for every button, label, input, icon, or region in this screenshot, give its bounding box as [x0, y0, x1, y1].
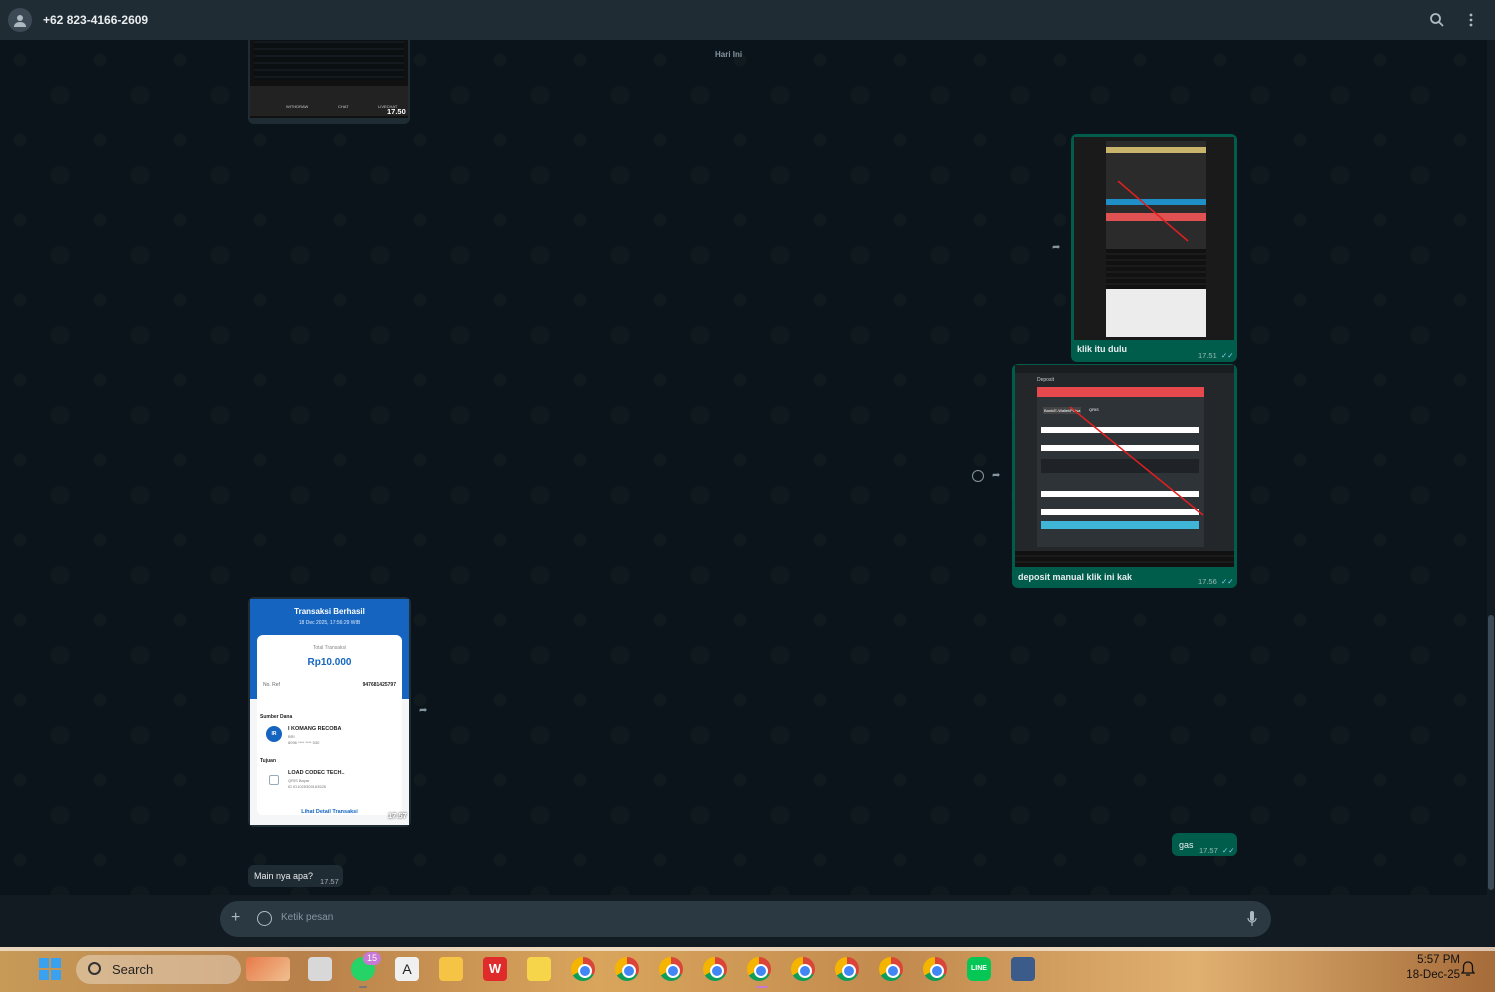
- preview-label: WITHDRAW: [286, 104, 309, 109]
- preview-label: CHAT: [338, 104, 349, 109]
- message-time: 17.57: [1199, 846, 1218, 855]
- receipt-title: Transaksi Berhasil: [294, 607, 365, 616]
- avatar[interactable]: [8, 8, 32, 32]
- message-composer: + Ketik pesan: [220, 901, 1271, 937]
- chat-scrollbar[interactable]: [1487, 40, 1495, 895]
- chrome-profile-icon[interactable]: [923, 957, 947, 981]
- total-label: Total Transaksi: [312, 645, 347, 651]
- taskbar-search[interactable]: Search: [76, 955, 241, 984]
- task-view-icon[interactable]: [308, 957, 332, 981]
- receipt-datetime: 18 Dec 2025, 17:56:29 WIB: [298, 620, 361, 626]
- clock-time: 5:57 PM: [1417, 954, 1460, 966]
- avatar-icon: [14, 15, 26, 27]
- chrome-profile-icon[interactable]: [703, 957, 727, 981]
- total-amount: Rp10.000: [307, 657, 352, 668]
- chrome-profile-icon[interactable]: [615, 957, 639, 981]
- dest-type: QRIS Bayar: [288, 778, 310, 783]
- incoming-image-message[interactable]: WITHDRAW CHAT LIVECHAT 17.50: [248, 40, 410, 124]
- dest-name: LOAD CODEC TECH..: [288, 770, 345, 776]
- file-explorer-icon[interactable]: [439, 957, 463, 981]
- chrome-profile-icon[interactable]: [659, 957, 683, 981]
- plus-icon[interactable]: +: [231, 909, 240, 927]
- scroll-thumb[interactable]: [1488, 615, 1494, 890]
- date-chip: Hari Ini: [715, 50, 743, 59]
- message-text: gas: [1179, 840, 1194, 850]
- status-table-preview: [254, 40, 404, 80]
- receipt-image[interactable]: Transaksi Berhasil 18 Dec 2025, 17:56:29…: [250, 599, 409, 825]
- outgoing-image-message[interactable]: Deposit Bank/E-Wallet/Pulsa QRIS deposit…: [1012, 364, 1237, 588]
- store-icon: [269, 775, 279, 785]
- message-time: 17.50: [387, 107, 406, 116]
- search-icon: [88, 962, 101, 975]
- search-icon[interactable]: [1429, 12, 1445, 28]
- outgoing-text-message[interactable]: gas 17.57 ✓✓: [1172, 833, 1237, 856]
- incoming-text-message[interactable]: Main nya apa? 17.57: [248, 865, 343, 887]
- clock-date: 18-Dec-25: [1406, 969, 1460, 981]
- double-check-icon: ✓✓: [1222, 846, 1235, 855]
- chat-header: +62 823-4166-2609: [0, 0, 1495, 40]
- image-thumbnail[interactable]: [1074, 137, 1234, 340]
- notification-bell-icon[interactable]: [1461, 961, 1475, 977]
- phone-screenshot: [1106, 141, 1206, 337]
- arrow-annotation: [1069, 406, 1204, 516]
- phone-status-table: [1106, 249, 1206, 289]
- line-app-icon[interactable]: LINE: [967, 957, 991, 981]
- chrome-profile-icon[interactable]: [835, 957, 859, 981]
- forward-icon[interactable]: ➦: [992, 470, 1006, 481]
- source-bank: BRI: [288, 734, 295, 739]
- image-thumbnail[interactable]: WITHDRAW CHAT LIVECHAT 17.50: [250, 40, 408, 118]
- message-input[interactable]: Ketik pesan: [281, 912, 333, 923]
- sticky-notes-icon[interactable]: [527, 957, 551, 981]
- widgets-icon[interactable]: [246, 957, 290, 981]
- phone-browser-bar: [1106, 289, 1206, 337]
- message-caption: deposit manual klik ini kak: [1018, 572, 1133, 582]
- source-account: 8096 **** **** 530: [288, 740, 320, 745]
- forward-icon[interactable]: ➦: [419, 705, 433, 716]
- active-indicator: [756, 986, 768, 988]
- message-caption: klik itu dulu: [1077, 344, 1128, 354]
- dest-label: Tujuan: [260, 758, 277, 764]
- double-check-icon: ✓✓: [1221, 577, 1234, 586]
- receipt-card: Total Transaksi Rp10.000 No. Ref 9476814…: [257, 635, 402, 815]
- ref-value: 947681425797: [362, 682, 396, 688]
- outgoing-image-message[interactable]: klik itu dulu 17.51 ✓✓: [1071, 134, 1237, 362]
- message-time: 17.57: [320, 877, 339, 886]
- chrome-profile-icon[interactable]: [571, 957, 595, 981]
- react-emoji-icon[interactable]: [972, 470, 984, 482]
- windows-start-icon[interactable]: [39, 958, 61, 980]
- message-time: 17.56: [1198, 577, 1217, 586]
- chrome-profile-icon[interactable]: [747, 957, 771, 981]
- font-app-icon[interactable]: A: [395, 957, 419, 981]
- app-icon[interactable]: [1011, 957, 1035, 981]
- status-table-preview: [1015, 551, 1234, 567]
- image-thumbnail[interactable]: Deposit Bank/E-Wallet/Pulsa QRIS: [1015, 365, 1234, 567]
- dest-id: ID ID1025309163526: [288, 784, 327, 789]
- menu-dots-icon[interactable]: [1463, 12, 1479, 28]
- message-list[interactable]: Hari Ini WITHDRAW CHAT LIVECHAT 17.50 ➦: [0, 40, 1487, 895]
- chrome-profile-icon[interactable]: [791, 957, 815, 981]
- search-label: Search: [112, 962, 154, 977]
- running-indicator: [359, 986, 367, 988]
- app-bottom-nav: WITHDRAW CHAT LIVECHAT: [250, 86, 408, 116]
- sticker-icon[interactable]: [257, 911, 272, 926]
- message-time: 17.51: [1198, 351, 1217, 360]
- source-name: I KOMANG RECOBA: [288, 726, 342, 732]
- incoming-image-message[interactable]: Transaksi Berhasil 18 Dec 2025, 17:56:29…: [248, 597, 411, 827]
- double-check-icon: ✓✓: [1221, 351, 1234, 360]
- whatsapp-window: +62 823-4166-2609 Hari Ini WITHDRAW CHAT…: [0, 0, 1495, 947]
- notification-badge: 15: [363, 952, 381, 965]
- detail-link: Lihat Detail Transaksi: [301, 809, 358, 815]
- mic-icon[interactable]: [1247, 911, 1257, 927]
- forward-icon[interactable]: ➦: [1052, 242, 1066, 253]
- message-time: 17.57: [388, 811, 407, 820]
- chrome-profile-icon[interactable]: [879, 957, 903, 981]
- source-avatar: IR: [266, 726, 282, 742]
- message-text: Main nya apa?: [254, 871, 314, 881]
- source-label: Sumber Dana: [260, 714, 293, 720]
- ref-label: No. Ref: [263, 682, 280, 688]
- wps-office-icon[interactable]: W: [483, 957, 507, 981]
- system-clock[interactable]: 5:57 PM 18-Dec-25: [1390, 953, 1460, 983]
- contact-name[interactable]: +62 823-4166-2609: [43, 13, 148, 27]
